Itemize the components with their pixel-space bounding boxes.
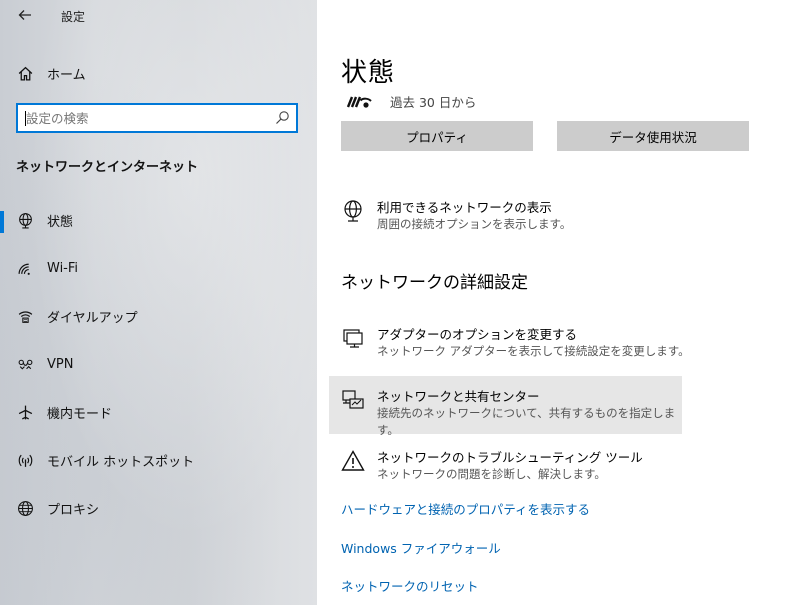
home-label: ホーム [47, 67, 86, 83]
search-box[interactable] [16, 103, 298, 133]
windows-firewall-link[interactable]: Windows ファイアウォール [341, 538, 501, 557]
home-nav-item[interactable]: ホーム [0, 58, 317, 88]
page-title: 状態 [341, 58, 396, 88]
back-button[interactable] [14, 4, 36, 26]
globe-network-icon [16, 211, 34, 229]
wifi-icon [16, 259, 34, 277]
option-desc: ネットワーク アダプターを表示して接続設定を変更します。 [377, 344, 690, 358]
status-row: 過去 30 日から [346, 92, 476, 111]
change-adapter-options[interactable]: アダプターのオプションを変更する ネットワーク アダプターを表示して接続設定を変… [341, 326, 693, 360]
sidebar-item-vpn[interactable]: VPN [0, 344, 317, 384]
vpn-icon [16, 355, 34, 373]
sidebar-item-status[interactable]: 状態 [0, 200, 317, 240]
sidebar-item-label: 機内モード [47, 406, 113, 422]
status-text: 過去 30 日から [390, 95, 477, 110]
section-title: ネットワークとインターネット [16, 160, 199, 175]
option-desc: 周囲の接続オプションを表示します。 [377, 217, 572, 231]
sharing-center-icon [341, 388, 367, 414]
option-title: アダプターのオプションを変更する [377, 327, 578, 342]
network-signal-icon [346, 96, 372, 108]
network-adapter-icon [341, 326, 367, 352]
home-icon [16, 64, 34, 82]
sidebar-item-wifi[interactable]: Wi-Fi [0, 248, 317, 288]
show-available-networks-option[interactable]: 利用できるネットワークの表示 周囲の接続オプションを表示します。 [341, 199, 693, 233]
network-reset-link[interactable]: ネットワークのリセット [341, 576, 479, 595]
sidebar-item-label: モバイル ホットスポット [47, 454, 195, 470]
globe-network-icon [341, 199, 367, 225]
advanced-settings-heading: ネットワークの詳細設定 [341, 273, 528, 293]
hotspot-icon [16, 451, 34, 469]
sidebar-item-label: Wi-Fi [47, 260, 79, 276]
sidebar-item-dialup[interactable]: ダイヤルアップ [0, 296, 317, 336]
sidebar-item-proxy[interactable]: プロキシ [0, 488, 317, 528]
globe-icon [16, 499, 34, 517]
warning-icon [341, 449, 367, 475]
hardware-properties-link[interactable]: ハードウェアと接続のプロパティを表示する [341, 499, 590, 518]
title-bar: 設定 [0, 0, 317, 32]
airplane-icon [16, 403, 34, 421]
sidebar-item-label: 状態 [47, 214, 74, 230]
option-title: ネットワークと共有センター [377, 389, 540, 404]
data-usage-button[interactable]: データ使用状況 [557, 121, 749, 151]
sidebar-item-airplane-mode[interactable]: 機内モード [0, 392, 317, 432]
option-title: 利用できるネットワークの表示 [377, 200, 552, 215]
network-troubleshooter-option[interactable]: ネットワークのトラブルシューティング ツール ネットワークの問題を診断し、解決し… [341, 449, 693, 483]
sidebar-item-label: VPN [47, 356, 74, 372]
option-desc: ネットワークの問題を診断し、解決します。 [377, 467, 606, 481]
properties-button[interactable]: プロパティ [341, 121, 533, 151]
option-desc: 接続先のネットワークについて、共有するものを指定します。 [377, 406, 676, 437]
option-title: ネットワークのトラブルシューティング ツール [377, 450, 643, 465]
sidebar-item-mobile-hotspot[interactable]: モバイル ホットスポット [0, 440, 317, 480]
dialup-icon [16, 307, 34, 325]
network-sharing-center-option[interactable]: ネットワークと共有センター 接続先のネットワークについて、共有するものを指定しま… [341, 388, 693, 439]
search-icon[interactable] [274, 110, 290, 126]
main-content: 状態 過去 30 日から プロパティ データ使用状況 利用できるネットワークの表… [317, 0, 790, 605]
sidebar-item-label: ダイヤルアップ [47, 310, 138, 326]
search-input[interactable] [26, 105, 266, 131]
sidebar-item-label: プロキシ [47, 502, 100, 518]
app-title: 設定 [61, 10, 86, 24]
sidebar: 設定 ホーム ネットワークとインターネット 状態 Wi-Fi [0, 0, 317, 605]
back-arrow-icon [18, 10, 31, 20]
